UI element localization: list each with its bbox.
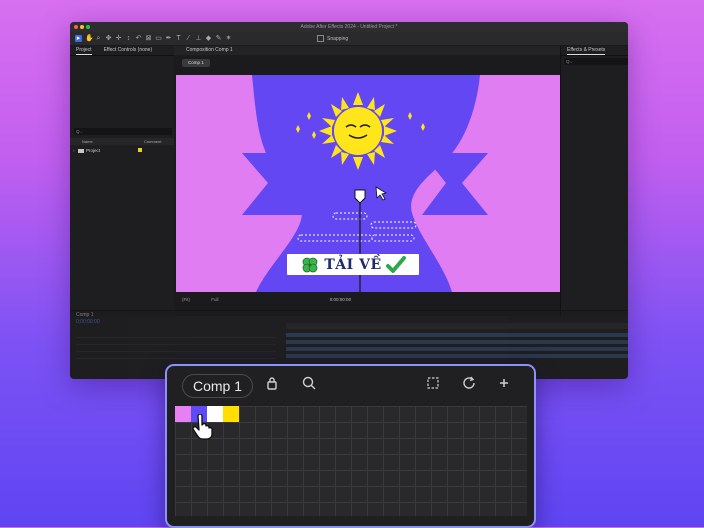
layer-row[interactable]: [76, 340, 276, 345]
tab-effect-controls[interactable]: Effect Controls (none): [104, 46, 153, 55]
plugin-popup: Comp 1: [165, 364, 536, 528]
project-panel-tabs: Project Effect Controls (none): [70, 46, 174, 56]
brush-tool-icon[interactable]: ⁄: [185, 35, 192, 42]
timeline-timecode[interactable]: 0;00;00;00: [76, 319, 100, 325]
resolution-select[interactable]: Full: [211, 297, 218, 302]
maximize-window-button[interactable]: [86, 25, 90, 29]
viewer-tab[interactable]: Composition Comp 1: [174, 46, 560, 55]
column-comment[interactable]: Comment: [144, 139, 161, 144]
timeline-ruler[interactable]: [286, 323, 628, 329]
tab-project[interactable]: Project: [76, 46, 92, 55]
layer-row[interactable]: [76, 347, 276, 352]
zoom-select[interactable]: (Fit): [182, 297, 190, 302]
hand-tool-icon[interactable]: ✋: [85, 35, 94, 42]
four-leaf-clover-icon: [302, 257, 318, 272]
window-title: Adobe After Effects 2024 - Untitled Proj…: [300, 24, 398, 30]
expand-arrow-icon[interactable]: ›: [73, 148, 75, 153]
comp-selector-button[interactable]: Comp 1: [182, 374, 254, 398]
check-mark-icon: [385, 255, 406, 273]
column-name[interactable]: Name: [82, 139, 93, 144]
after-effects-window: Adobe After Effects 2024 - Untitled Proj…: [70, 22, 628, 379]
composition-viewer: Composition Comp 1 Comp 1 (Fit) Full 0:0…: [174, 46, 560, 316]
crop-icon[interactable]: [424, 376, 442, 394]
project-row[interactable]: › Project: [70, 147, 174, 154]
refresh-icon[interactable]: [460, 376, 478, 394]
clone-stamp-tool-icon[interactable]: ⊥: [195, 35, 202, 42]
pan-behind-tool-icon[interactable]: ⊠: [145, 35, 152, 42]
layer-row[interactable]: [76, 333, 276, 338]
eraser-tool-icon[interactable]: ◆: [205, 35, 212, 42]
viewer-footer: (Fit) Full 0:00:00:00: [174, 296, 568, 304]
minimize-window-button[interactable]: [80, 25, 84, 29]
layer-bar[interactable]: [286, 333, 628, 337]
selection-tool-icon[interactable]: ▸: [75, 35, 82, 42]
layer-bar[interactable]: [286, 340, 628, 344]
project-column-header: Name Comment: [70, 138, 174, 145]
swatch-pink[interactable]: [175, 406, 191, 422]
search-icon[interactable]: [300, 376, 318, 394]
swatch-yellow[interactable]: [223, 406, 239, 422]
effects-presets-panel: Effects & Presets Q⌵: [560, 46, 628, 316]
snapping-checkbox[interactable]: [317, 35, 324, 42]
comp-breadcrumb[interactable]: Comp 1: [182, 59, 210, 67]
tab-effects-presets[interactable]: Effects & Presets: [567, 46, 606, 55]
plus-icon[interactable]: [495, 376, 513, 394]
composition-tab-label[interactable]: Composition Comp 1: [186, 47, 233, 53]
type-tool-icon[interactable]: T: [175, 35, 182, 42]
effects-search-input[interactable]: Q⌵: [564, 58, 628, 65]
title-bar: Adobe After Effects 2024 - Untitled Proj…: [70, 22, 628, 32]
window-controls[interactable]: [74, 25, 90, 29]
project-item-label: Project: [86, 148, 101, 153]
snapping-label: Snapping: [327, 35, 349, 42]
project-panel: Project Effect Controls (none) Q⌵ Name C…: [70, 46, 175, 316]
pan-tool-icon[interactable]: ✛: [115, 35, 122, 42]
layer-bar[interactable]: [286, 347, 628, 351]
roto-brush-tool-icon[interactable]: ✎: [215, 35, 222, 42]
lock-icon[interactable]: [263, 376, 281, 394]
folder-icon: [78, 149, 84, 153]
layer-bar[interactable]: [286, 354, 628, 358]
rectangle-tool-icon[interactable]: ▭: [155, 35, 162, 42]
dolly-tool-icon[interactable]: ↕: [125, 35, 132, 42]
effects-panel-tab: Effects & Presets: [561, 46, 628, 56]
hand-pointer-cursor-icon: [192, 414, 213, 440]
download-badge[interactable]: TẢI VỀ: [287, 254, 419, 275]
orbit-tool-icon[interactable]: ✥: [105, 35, 112, 42]
swatch-grid[interactable]: [175, 406, 527, 516]
download-label: TẢI VỀ: [324, 256, 382, 273]
viewer-timecode[interactable]: 0:00:00:00: [330, 297, 351, 302]
zoom-tool-icon[interactable]: ⌕: [95, 35, 102, 42]
layer-row[interactable]: [76, 354, 276, 359]
rotate-tool-icon[interactable]: ↶: [135, 35, 142, 42]
puppet-tool-icon[interactable]: ✶: [225, 35, 232, 42]
label-color-swatch[interactable]: [138, 148, 142, 152]
close-window-button[interactable]: [74, 25, 78, 29]
tools-bar: ▸ ✋ ⌕ ✥ ✛ ↕ ↶ ⊠ ▭ ✒ T ⁄ ⊥ ◆ ✎ ✶ Snapping: [70, 32, 628, 46]
snapping-control[interactable]: Snapping: [317, 35, 348, 42]
project-search-input[interactable]: Q⌵: [74, 128, 172, 135]
pen-tool-icon[interactable]: ✒: [165, 35, 172, 42]
timeline-tab[interactable]: Comp 1: [76, 312, 94, 318]
